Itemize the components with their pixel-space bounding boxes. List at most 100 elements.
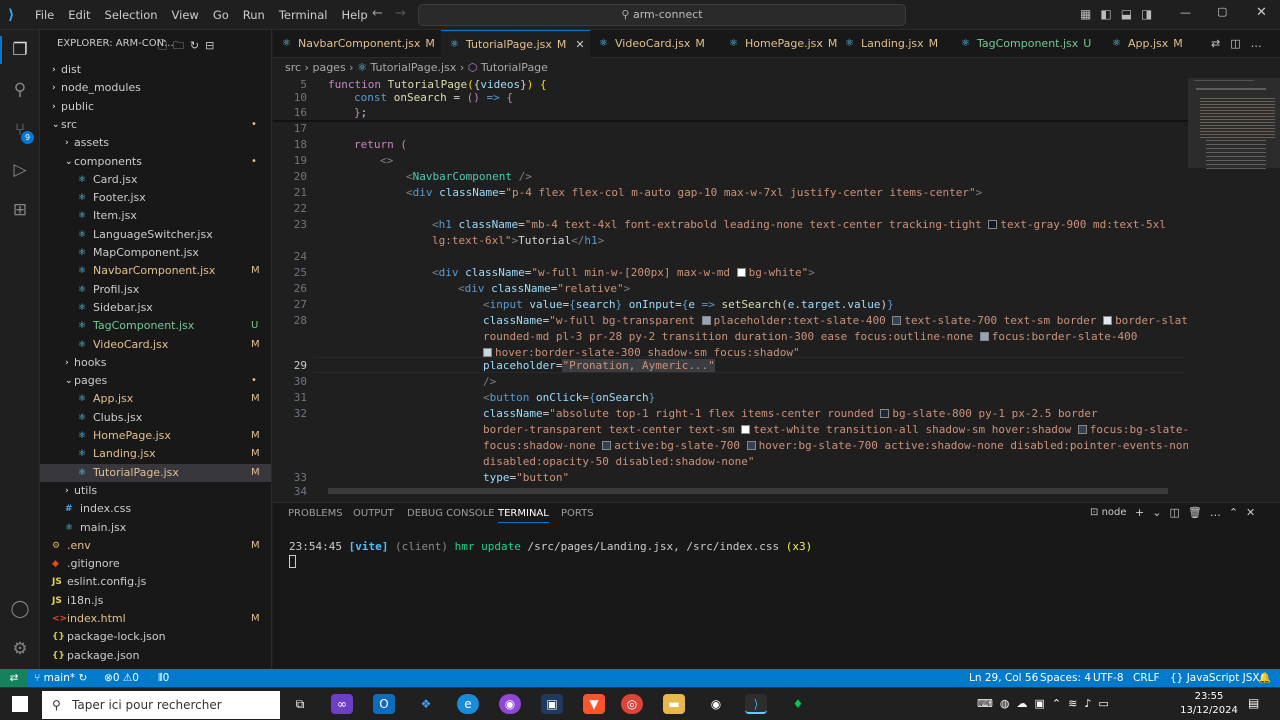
horizontal-scrollbar[interactable] (328, 488, 1168, 494)
panel-tab-ports[interactable]: PORTS (561, 508, 594, 519)
close-tab-icon[interactable]: ✕ (575, 38, 584, 51)
editor-tab[interactable]: ⚛ TutorialPage.jsx M ✕ (441, 30, 590, 58)
tree-item[interactable]: {} package.json (40, 647, 271, 665)
notifications-bell-icon[interactable]: 🔔 (1258, 669, 1271, 687)
back-arrow-icon[interactable]: ← (372, 6, 383, 21)
tree-item[interactable]: ⚛ Card.jsx (40, 171, 271, 189)
tray-icon[interactable]: ◍ (1000, 697, 1017, 710)
search-view-icon[interactable]: ⚲ (8, 78, 32, 102)
settings-gear-icon[interactable]: ⚙ (8, 637, 32, 661)
tree-item[interactable]: ⌄ components • (40, 153, 271, 171)
github-desktop-icon[interactable]: ◉ (499, 694, 521, 714)
tree-item[interactable]: ⌄ src • (40, 116, 271, 134)
compare-icon[interactable]: ⇄ (1211, 37, 1230, 50)
menu-file[interactable]: File (35, 8, 54, 22)
panel-tab-terminal[interactable]: TERMINAL (498, 508, 549, 523)
account-icon[interactable]: ◯ (8, 597, 32, 621)
tree-item[interactable]: <> index.html M (40, 610, 271, 628)
tree-item[interactable]: ⚛ MapComponent.jsx (40, 244, 271, 262)
problems-status[interactable]: ⊗0 ⚠0 (104, 669, 139, 687)
tree-item[interactable]: ⚛ Clubs.jsx (40, 409, 271, 427)
tree-item[interactable]: › node_modules (40, 79, 271, 97)
new-file-icon[interactable]: 🗋 (158, 39, 173, 52)
explorer-icon[interactable]: ❐ (8, 38, 32, 62)
clock[interactable]: 23:55 13/12/2024 (1180, 690, 1238, 718)
indentation-status[interactable]: Spaces: 4 (1040, 669, 1091, 687)
editor-tab[interactable]: ⚛ Landing.jsx M (836, 30, 952, 58)
cursor-position[interactable]: Ln 29, Col 56 (969, 669, 1038, 687)
more-actions-icon[interactable]: … (1251, 37, 1272, 50)
breadcrumb-item[interactable]: src (285, 61, 301, 74)
code-editor[interactable]: 5 function TutorialPage({videos}) { 10 c… (273, 78, 1188, 496)
tree-item[interactable]: ⚛ App.jsx M (40, 390, 271, 408)
battery-icon[interactable]: ▭ (1098, 697, 1115, 710)
tree-item[interactable]: ⚛ VideoCard.jsx M (40, 336, 271, 354)
breadcrumb-item[interactable]: TutorialPage.jsx (370, 61, 456, 74)
chevron-down-icon[interactable]: ⌄ (1152, 506, 1169, 519)
breadcrumb-item[interactable]: TutorialPage (481, 61, 548, 74)
dropbox-icon[interactable]: ❖ (415, 694, 437, 714)
vscode-taskbar-icon[interactable]: ⟩ (745, 694, 767, 714)
chevron-up-icon[interactable]: ⌃ (1052, 697, 1068, 710)
tree-item[interactable]: # index.css (40, 500, 271, 518)
tree-item[interactable]: › assets (40, 134, 271, 152)
split-terminal-icon[interactable]: ◫ (1169, 506, 1187, 519)
tree-item[interactable]: ⚛ Landing.jsx M (40, 445, 271, 463)
menu-help[interactable]: Help (341, 8, 367, 22)
new-folder-icon[interactable]: 🗀 (173, 39, 190, 52)
editor-tab[interactable]: ⚛ HomePage.jsx M (720, 30, 837, 58)
wifi-icon[interactable]: ≋ (1068, 697, 1084, 710)
notification-center-icon[interactable]: ▤ (1248, 696, 1259, 710)
minimap-slider[interactable] (1188, 78, 1280, 168)
mongodb-icon[interactable]: ♦ (787, 694, 809, 714)
tree-item[interactable]: › hooks (40, 354, 271, 372)
tree-item[interactable]: ⚛ Item.jsx (40, 207, 271, 225)
run-debug-icon[interactable]: ▷ (8, 158, 32, 182)
branch-status[interactable]: ⑂ main* ↻ (34, 669, 87, 687)
trash-icon[interactable]: 🗑 (1188, 506, 1210, 519)
tree-item[interactable]: JS i18n.js (40, 592, 271, 610)
tree-item[interactable]: ⚛ HomePage.jsx M (40, 427, 271, 445)
tree-item[interactable]: ⚛ Sidebar.jsx (40, 299, 271, 317)
tree-item[interactable]: ⚙ .env M (40, 537, 271, 555)
outlook-icon[interactable]: O (373, 694, 395, 714)
forward-arrow-icon[interactable]: → (395, 6, 406, 21)
brave-icon[interactable]: ▼ (583, 694, 605, 714)
app-icon[interactable]: ▣ (541, 694, 563, 714)
tree-item[interactable]: › public (40, 98, 271, 116)
eol-status[interactable]: CRLF (1133, 669, 1160, 687)
collapse-all-icon[interactable]: ⊟ (205, 39, 220, 52)
close-panel-icon[interactable]: ✕ (1246, 506, 1263, 519)
tree-item[interactable]: {} package-lock.json (40, 628, 271, 646)
obs-icon[interactable]: ◉ (705, 694, 727, 714)
language-mode[interactable]: {} JavaScript JSX (1170, 669, 1260, 687)
task-view-icon[interactable]: ⧉ (289, 694, 311, 714)
editor-tab[interactable]: ⚛ VideoCard.jsx M (590, 30, 720, 58)
maximize-panel-icon[interactable]: ⌃ (1229, 506, 1246, 519)
panel-tab-output[interactable]: OUTPUT (353, 508, 394, 519)
split-editor-icon[interactable]: ◫ (1230, 37, 1250, 50)
extensions-icon[interactable]: ⊞ (8, 198, 32, 222)
menu-run[interactable]: Run (243, 8, 265, 22)
toggle-panel-icon[interactable]: ⬓ (1121, 7, 1141, 21)
editor-tab[interactable]: ⚛ NavbarComponent.jsx M (273, 30, 441, 58)
visual-studio-icon[interactable]: ∞ (331, 694, 353, 714)
panel-tab-debug-console[interactable]: DEBUG CONSOLE (407, 508, 495, 519)
more-actions-icon[interactable]: … (1210, 506, 1229, 519)
editor-tab[interactable]: ⚛ App.jsx M (1103, 30, 1213, 58)
tree-item[interactable]: ⚛ main.jsx (40, 519, 271, 537)
taskbar-search[interactable]: ⚲ Taper ici pour rechercher (42, 691, 280, 719)
menu-go[interactable]: Go (213, 8, 229, 22)
file-explorer-icon[interactable]: ▬ (663, 694, 685, 714)
tray-icon[interactable]: ▣ (1035, 697, 1052, 710)
customize-layout-icon[interactable]: ▦ (1080, 7, 1100, 21)
edge-icon[interactable]: e (457, 694, 479, 714)
breadcrumb-item[interactable]: pages (312, 61, 345, 74)
encoding-status[interactable]: UTF-8 (1093, 669, 1124, 687)
menu-terminal[interactable]: Terminal (279, 8, 328, 22)
tree-item[interactable]: JS eslint.config.js (40, 573, 271, 591)
tree-item[interactable]: ⚛ TutorialPage.jsx M (40, 463, 271, 482)
tree-item[interactable]: ⚛ TagComponent.jsx U (40, 317, 271, 335)
close-window-icon[interactable]: ✕ (1256, 5, 1267, 20)
sync-icon[interactable]: ↻ (78, 672, 87, 684)
